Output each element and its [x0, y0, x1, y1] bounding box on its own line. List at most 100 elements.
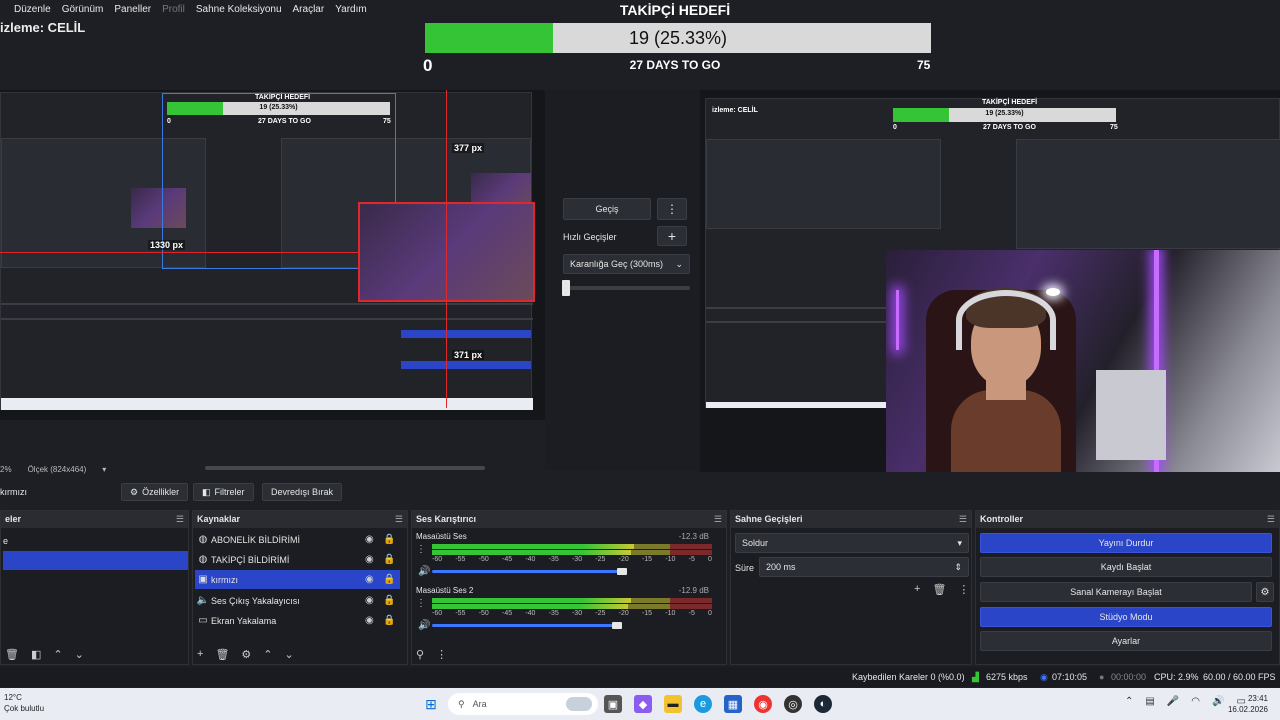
- volume-icon[interactable]: 🔊: [1212, 696, 1224, 707]
- kebab-menu-icon[interactable]: ⋮: [958, 583, 969, 596]
- deactivate-button[interactable]: Devredışı Bırak: [262, 483, 343, 501]
- steam-icon[interactable]: ◐: [814, 695, 832, 713]
- duration-input[interactable]: 200 ms ⇕: [759, 557, 969, 577]
- volume-slider[interactable]: [432, 624, 617, 627]
- tbar-handle[interactable]: [562, 280, 570, 296]
- wifi-icon[interactable]: ◠: [1191, 696, 1200, 707]
- lock-icon[interactable]: 🔒: [383, 554, 395, 565]
- network-icon[interactable]: ▤: [1145, 696, 1154, 707]
- kebab-menu-icon[interactable]: ⋮: [416, 544, 426, 555]
- speaker-icon[interactable]: 🔊: [418, 620, 430, 631]
- dock-menu-icon[interactable]: ☰: [395, 511, 403, 528]
- scene-item[interactable]: e: [3, 531, 188, 550]
- dock-menu-icon[interactable]: ☰: [176, 511, 184, 528]
- chrome-icon[interactable]: ◉: [754, 695, 772, 713]
- source-item[interactable]: 🔈 Ses Çıkış Yakalayıcısı ◉ 🔒: [195, 591, 400, 610]
- kebab-menu-icon[interactable]: ⋮: [436, 648, 447, 661]
- properties-button[interactable]: ⚙ Özellikler: [121, 483, 189, 501]
- start-virtual-camera-button[interactable]: Sanal Kamerayı Başlat: [980, 582, 1252, 602]
- volume-handle[interactable]: [617, 568, 628, 575]
- transition-button[interactable]: Geçiş: [563, 198, 651, 220]
- remove-icon[interactable]: 🗑: [5, 648, 19, 661]
- eye-icon[interactable]: ◉: [365, 615, 374, 626]
- menu-edit[interactable]: Düzenle: [14, 4, 51, 15]
- stop-streaming-button[interactable]: Yayını Durdur: [980, 533, 1272, 553]
- studio-preview[interactable]: TAKİPÇİ HEDEFİ 19 (25.33%) 0 27 DAYS TO …: [0, 90, 545, 420]
- volume-slider[interactable]: [432, 570, 623, 573]
- copilot-icon[interactable]: ◆: [634, 695, 652, 713]
- gear-icon[interactable]: ⚙: [1256, 582, 1274, 602]
- menu-scene-collection[interactable]: Sahne Koleksiyonu: [196, 4, 282, 15]
- lock-icon[interactable]: 🔒: [383, 534, 395, 545]
- arrow-down-icon[interactable]: ⌄: [285, 648, 294, 661]
- transition-type-select[interactable]: Soldur ▾: [735, 533, 969, 553]
- source-item[interactable]: ◍ TAKİPÇİ BİLDİRİMİ ◉ 🔒: [195, 550, 400, 569]
- source-item[interactable]: ◍ ABONELİK BİLDİRİMİ ◉ 🔒: [195, 530, 400, 549]
- preview-scrollbar[interactable]: [205, 466, 485, 470]
- settings-button[interactable]: Ayarlar: [980, 631, 1272, 651]
- task-view-icon[interactable]: ▣: [604, 695, 622, 713]
- dock-menu-icon[interactable]: ☰: [1267, 511, 1275, 528]
- selected-source-name: kırmızı: [0, 487, 27, 497]
- source-item-selected[interactable]: ▣ kırmızı ◉ 🔒: [195, 570, 400, 589]
- start-recording-button[interactable]: Kaydı Başlat: [980, 557, 1272, 577]
- filters-button[interactable]: ◧ Filtreler: [193, 483, 254, 501]
- search-highlight-icon: [566, 697, 592, 711]
- eye-icon[interactable]: ◉: [365, 574, 374, 585]
- speaker-icon[interactable]: 🔊: [418, 566, 430, 577]
- gear-icon[interactable]: ⚙: [241, 648, 251, 661]
- windows-start-icon[interactable]: ⊞: [422, 695, 440, 713]
- menu-profile[interactable]: Profil: [162, 4, 185, 15]
- edge-icon[interactable]: e: [694, 695, 712, 713]
- eye-icon[interactable]: ◉: [365, 595, 374, 606]
- scale-readout: Ölçek (824x464): [27, 465, 87, 474]
- scene-item-selected[interactable]: [3, 551, 188, 570]
- source-item[interactable]: ▭ Ekran Yakalama ◉ 🔒: [195, 611, 400, 630]
- volume-handle[interactable]: [611, 622, 622, 629]
- weather-text: Çok bulutlu: [4, 704, 45, 713]
- spinner-icon[interactable]: ⇕: [954, 562, 962, 573]
- taskbar-search[interactable]: ⚲ Ara: [448, 693, 598, 715]
- lock-icon[interactable]: 🔒: [383, 615, 395, 626]
- menu-docks[interactable]: Paneller: [114, 4, 151, 15]
- arrow-up-icon[interactable]: ⌃: [53, 648, 62, 661]
- nested-button: [401, 361, 531, 369]
- file-explorer-icon[interactable]: ▬: [664, 695, 682, 713]
- lock-icon[interactable]: 🔒: [383, 595, 395, 606]
- obs-icon[interactable]: ◎: [784, 695, 802, 713]
- remove-icon[interactable]: 🗑: [215, 648, 229, 661]
- tbar-slider[interactable]: [563, 286, 690, 290]
- dock-menu-icon[interactable]: ☰: [959, 511, 967, 528]
- quick-transitions-label: Hızlı Geçişler: [563, 232, 617, 242]
- eye-icon[interactable]: ◉: [365, 534, 374, 545]
- filter-icon[interactable]: ◧: [31, 648, 41, 661]
- lock-icon[interactable]: 🔒: [383, 574, 395, 585]
- quick-transition-select[interactable]: Karanlığa Geç (300ms) ⌄: [563, 254, 690, 274]
- sources-dock: Kaynaklar ☰ ◍ ABONELİK BİLDİRİMİ ◉ 🔒 ◍ TAKİP…: [192, 510, 408, 665]
- taskbar-clock[interactable]: 23:41 16.02.2026: [1228, 693, 1268, 715]
- add-quick-transition-icon[interactable]: +: [657, 226, 687, 246]
- duration-label: Süre: [735, 563, 755, 573]
- kebab-menu-icon[interactable]: ⋮: [657, 198, 687, 220]
- distance-label-left: 1330 px: [148, 240, 186, 250]
- add-icon[interactable]: +: [197, 648, 203, 661]
- source-toolbar: kırmızı ⚙ Özellikler ◧ Filtreler Devredı…: [0, 481, 1280, 503]
- microphone-icon[interactable]: 🎤: [1167, 696, 1179, 707]
- menu-view[interactable]: Görünüm: [62, 4, 104, 15]
- menu-help[interactable]: Yardım: [335, 4, 367, 15]
- store-icon[interactable]: ▦: [724, 695, 742, 713]
- arrow-down-icon[interactable]: ⌄: [75, 648, 84, 661]
- arrow-up-icon[interactable]: ⌃: [263, 648, 272, 661]
- chevron-up-icon[interactable]: ⌃: [1125, 696, 1133, 707]
- eye-icon[interactable]: ◉: [365, 554, 374, 565]
- kebab-menu-icon[interactable]: ⋮: [416, 598, 426, 609]
- chevron-down-icon[interactable]: ▾: [102, 465, 106, 474]
- weather-widget[interactable]: 12°C Çok bulutlu: [4, 692, 44, 714]
- dock-menu-icon[interactable]: ☰: [714, 511, 722, 528]
- db-tick-label: -40: [525, 556, 536, 563]
- menu-tools[interactable]: Araçlar: [293, 4, 325, 15]
- studio-mode-button[interactable]: Stüdyo Modu: [980, 607, 1272, 627]
- add-icon[interactable]: +: [914, 583, 920, 596]
- link-icon[interactable]: ⚲: [416, 648, 424, 661]
- remove-icon[interactable]: 🗑: [932, 583, 946, 596]
